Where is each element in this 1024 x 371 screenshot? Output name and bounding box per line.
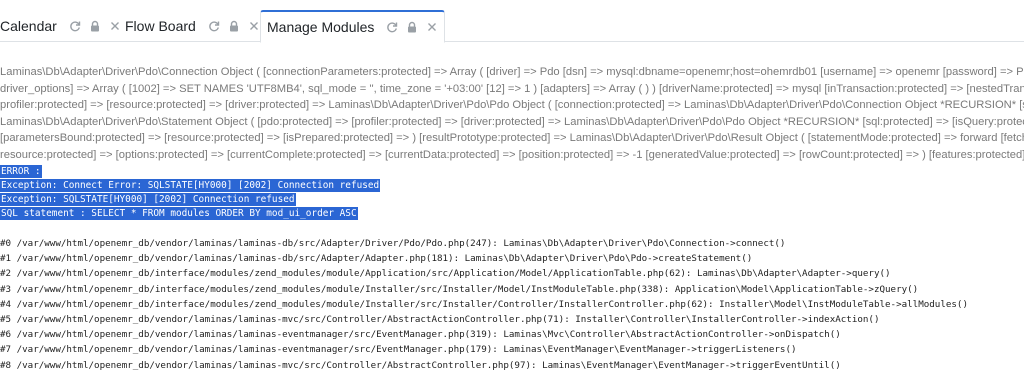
tab-flow-board[interactable]: Flow Board xyxy=(119,10,266,42)
dump-line: Laminas\Db\Adapter\Driver\Pdo\Connection… xyxy=(0,66,1024,78)
object-dump: Laminas\Db\Adapter\Driver\Pdo\Connection… xyxy=(0,64,1024,163)
dump-line: Laminas\Db\Adapter\Driver\Pdo\Statement … xyxy=(0,115,1024,128)
refresh-icon[interactable] xyxy=(208,20,220,32)
dump-line: resource:protected] => [options:protecte… xyxy=(0,148,1024,161)
tab-label: Calendar xyxy=(0,18,57,34)
tab-label: Manage Modules xyxy=(267,19,375,35)
lock-icon[interactable] xyxy=(228,20,240,32)
error-line: ERROR : xyxy=(0,165,42,178)
refresh-icon[interactable] xyxy=(386,21,398,33)
tab-calendar[interactable]: Calendar xyxy=(0,10,127,42)
dump-line: profiler:protected] => [resource:protect… xyxy=(0,99,1024,111)
error-line: Exception: Connect Error: SQLSTATE[HY000… xyxy=(0,179,381,192)
trace-line: #0 /var/www/html/openemr_db/vendor/lamin… xyxy=(0,238,786,249)
tab-bar: Calendar Flow Board Manage Modules xyxy=(0,0,1024,43)
refresh-icon[interactable] xyxy=(69,20,81,32)
error-line: SQL statement : SELECT * FROM modules OR… xyxy=(0,207,358,220)
trace-line: #2 /var/www/html/openemr_db/interface/mo… xyxy=(0,268,891,280)
trace-line: #1 /var/www/html/openemr_db/vendor/lamin… xyxy=(0,253,753,265)
trace-line: #7 /var/www/html/openemr_db/vendor/lamin… xyxy=(0,344,797,356)
trace-line: #4 /var/www/html/openemr_db/interface/mo… xyxy=(0,298,968,310)
lock-icon[interactable] xyxy=(406,21,418,33)
dump-line: [parametersBound:protected] => [resource… xyxy=(0,132,1024,144)
trace-line: #6 /var/www/html/openemr_db/vendor/lamin… xyxy=(0,329,841,341)
error-message: ERROR : Exception: Connect Error: SQLSTA… xyxy=(0,165,381,221)
tab-label: Flow Board xyxy=(125,18,196,34)
close-icon[interactable] xyxy=(426,21,438,33)
tab-manage-modules[interactable]: Manage Modules xyxy=(260,10,446,43)
close-icon[interactable] xyxy=(248,20,260,32)
module-content: Laminas\Db\Adapter\Driver\Pdo\Connection… xyxy=(0,64,1024,371)
trace-line: #5 /var/www/html/openemr_db/vendor/lamin… xyxy=(0,313,880,325)
dump-line: driver_options] => Array ( [1002] => SET… xyxy=(0,82,1024,95)
stack-trace: #0 /var/www/html/openemr_db/vendor/lamin… xyxy=(0,236,1024,371)
trace-line: #8 /var/www/html/openemr_db/vendor/lamin… xyxy=(0,359,841,371)
lock-icon[interactable] xyxy=(89,20,101,32)
error-line: Exception: SQLSTATE[HY000] [2002] Connec… xyxy=(0,193,296,206)
trace-line: #3 /var/www/html/openemr_db/interface/mo… xyxy=(0,283,919,295)
